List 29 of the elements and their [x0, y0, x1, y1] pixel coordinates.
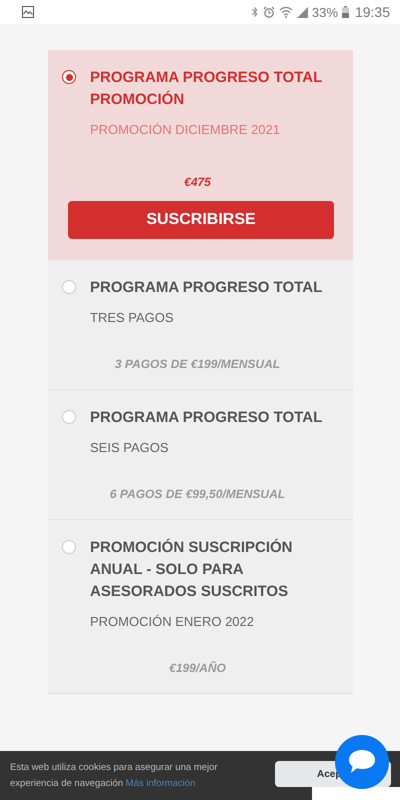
plan-card[interactable]: PROMOCIÓN SUSCRIPCIÓN ANUAL - SOLO PARA ASESORADOS SUSCRITOS PROMOCIÓN ENERO 2022 €199/AÑO: [48, 520, 353, 694]
plan-card[interactable]: PROGRAMA PROGRESO TOTAL TRES PAGOS 3 PAGOS DE €199/MENSUAL: [48, 260, 353, 390]
clock: 19:35: [354, 4, 390, 20]
alarm-icon: [262, 6, 275, 18]
plan-subtitle: TRES PAGOS: [90, 310, 175, 325]
battery-level: 33%: [312, 4, 338, 20]
battery-icon: [342, 6, 349, 18]
plan-title: PROGRAMA PROGRESO TOTAL PROMOCIÓN: [90, 68, 323, 110]
plan-price: 3 PAGOS DE €199/MENSUAL: [114, 357, 282, 371]
plan-subtitle: SEIS PAGOS: [90, 440, 170, 455]
plan-card[interactable]: PROGRAMA PROGRESO TOTAL SEIS PAGOS 6 PAGOS DE €99,50/MENSUAL: [48, 390, 353, 520]
image-icon: [22, 6, 34, 18]
signal-icon: [296, 6, 308, 18]
wifi-icon: [278, 6, 293, 18]
plan-subtitle: PROMOCIÓN DICIEMBRE 2021: [90, 122, 281, 137]
plan-card[interactable]: PROGRAMA PROGRESO TOTAL PROMOCIÓN PROMOCIÓN DICIEMBRE 2021 €475 SUSCRIBIRSE: [48, 50, 353, 260]
chat-icon: [347, 748, 377, 776]
plan-price: €199/AÑO: [168, 661, 227, 675]
more-info-link[interactable]: Más información: [126, 778, 196, 788]
subscribe-button[interactable]: SUSCRIBIRSE: [68, 201, 334, 239]
plan-price: 6 PAGOS DE €99,50/MENSUAL: [108, 487, 286, 501]
plan-subtitle: PROMOCIÓN ENERO 2022: [90, 614, 255, 629]
plan-price: €475: [183, 175, 212, 189]
radio-button[interactable]: [62, 70, 76, 84]
plan-title: PROMOCIÓN SUSCRIPCIÓN ANUAL - SOLO PARA ASESORADOS SUSCRITOS: [90, 538, 294, 602]
plan-title: PROGRAMA PROGRESO TOTAL: [90, 408, 322, 428]
cookie-message: Esta web utiliza cookies para asegurar una mejor experiencia de navegación Más información: [10, 760, 219, 790]
plan-title: PROGRAMA PROGRESO TOTAL: [90, 278, 322, 298]
bluetooth-icon: [250, 6, 259, 18]
